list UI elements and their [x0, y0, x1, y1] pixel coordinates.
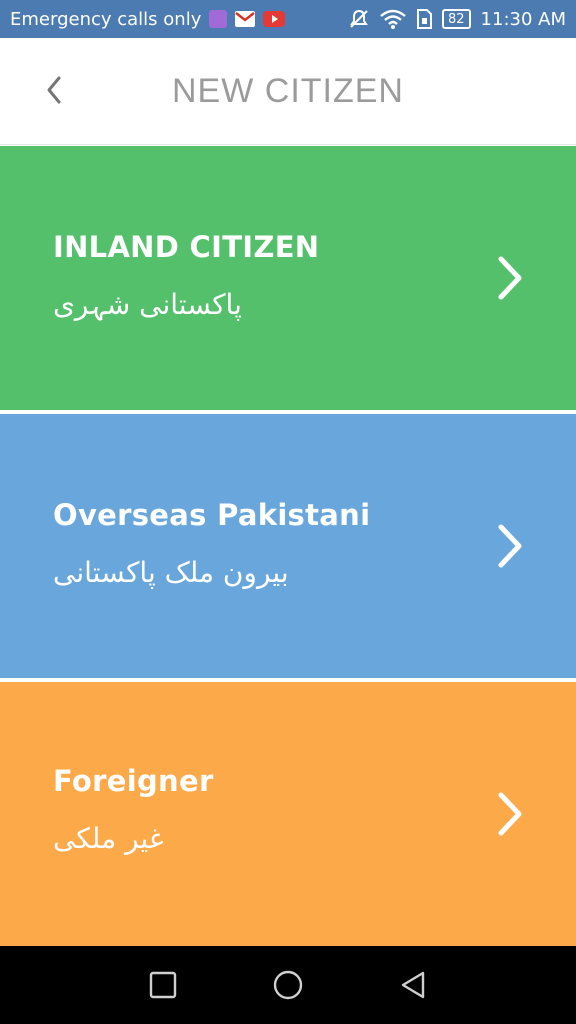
- clock-time: 11:30 AM: [480, 8, 566, 30]
- wifi-icon: [380, 9, 406, 29]
- back-triangle-icon: [402, 971, 425, 999]
- gmail-icon: [235, 11, 256, 27]
- status-right: 82 11:30 AM: [348, 8, 566, 30]
- chevron-right-icon: [492, 518, 528, 574]
- option-foreigner[interactable]: Foreigner غیر ملکی: [0, 682, 576, 946]
- youtube-icon: [263, 11, 286, 27]
- home-circle-icon: [273, 970, 303, 1000]
- option-subtitle-urdu: پاکستانی شہری: [53, 288, 242, 321]
- battery-level: 82: [448, 11, 465, 27]
- chevron-left-icon: [47, 76, 61, 104]
- option-subtitle-urdu: غیر ملکی: [53, 822, 164, 855]
- carrier-text: Emergency calls only: [10, 8, 202, 30]
- option-title: Overseas Pakistani: [53, 498, 371, 532]
- recents-button[interactable]: [141, 963, 185, 1007]
- nav-back-button[interactable]: [391, 963, 435, 1007]
- recents-square-icon: [149, 971, 176, 999]
- system-nav-bar: [0, 946, 576, 1024]
- app-bar: NEW CITIZEN: [0, 38, 576, 145]
- status-bar: Emergency calls only 82 11:30 AM: [0, 0, 576, 38]
- back-button[interactable]: [32, 68, 76, 112]
- gallery-icon: [209, 10, 228, 28]
- option-subtitle-urdu: بیرون ملک پاکستانی: [53, 556, 289, 589]
- sim-icon: [416, 9, 432, 29]
- chevron-right-icon: [492, 786, 528, 842]
- option-title: Foreigner: [53, 764, 214, 798]
- mute-icon: [348, 8, 370, 30]
- option-inland-citizen[interactable]: INLAND CITIZEN پاکستانی شہری: [0, 146, 576, 410]
- home-button[interactable]: [266, 963, 310, 1007]
- chevron-right-icon: [492, 250, 528, 306]
- option-title: INLAND CITIZEN: [53, 230, 320, 264]
- status-left: Emergency calls only: [10, 9, 348, 30]
- page-title: NEW CITIZEN: [172, 71, 404, 110]
- option-overseas-pakistani[interactable]: Overseas Pakistani بیرون ملک پاکستانی: [0, 414, 576, 678]
- battery-icon: 82: [442, 9, 471, 29]
